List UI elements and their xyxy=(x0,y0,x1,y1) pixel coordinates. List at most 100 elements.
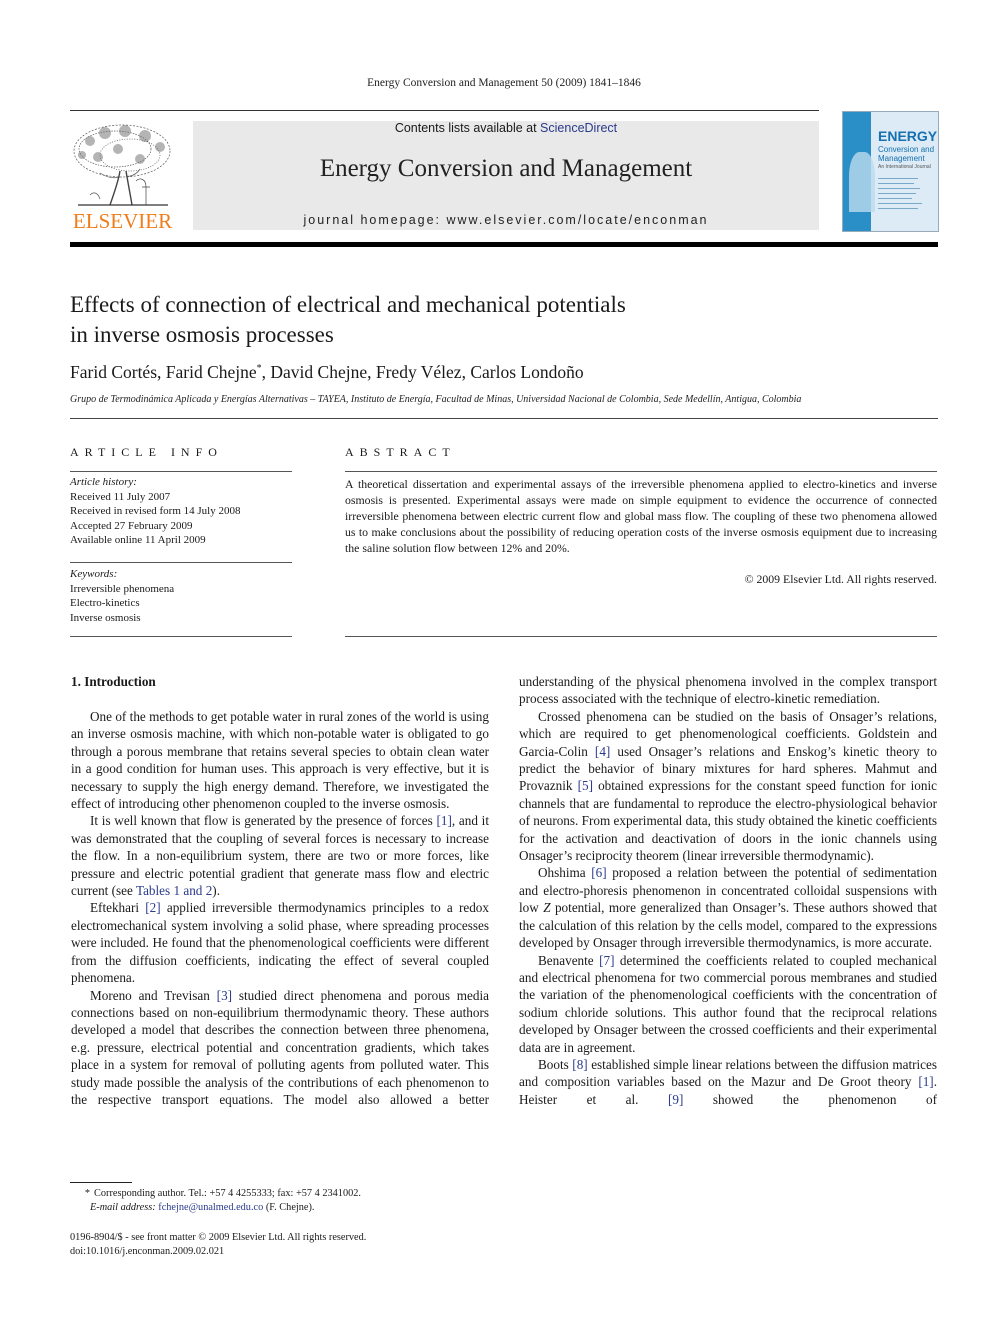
paragraph: Moreno and Trevisan [3] studied direct p… xyxy=(71,987,489,1109)
tables-link[interactable]: Tables 1 and 2 xyxy=(136,883,212,898)
text: ). xyxy=(212,883,220,899)
cover-text-line xyxy=(878,198,912,199)
article-title-line-1: Effects of connection of electrical and … xyxy=(70,292,626,317)
top-divider xyxy=(70,110,819,111)
body-column-right: understanding of the physical phenomena … xyxy=(519,673,937,1108)
divider xyxy=(345,636,937,637)
running-head: Energy Conversion and Management 50 (200… xyxy=(367,77,641,89)
affiliation: Grupo de Termodinámica Aplicada y Energí… xyxy=(70,394,802,405)
contents-prefix: Contents lists available at xyxy=(394,121,541,135)
history-item: Received in revised form 14 July 2008 xyxy=(70,505,241,517)
divider xyxy=(70,562,292,563)
cover-text-line xyxy=(878,188,920,189)
journal-homepage[interactable]: journal homepage: www.elsevier.com/locat… xyxy=(193,213,819,227)
author-separator: , xyxy=(157,362,166,382)
paragraph-continued: understanding of the physical phenomena … xyxy=(519,674,937,707)
citation-link[interactable]: [1] xyxy=(436,813,451,828)
contents-line: Contents lists available at ScienceDirec… xyxy=(193,121,819,135)
paragraph: Crossed phenomena can be studied on the … xyxy=(519,708,937,865)
front-matter: 0196-8904/$ - see front matter © 2009 El… xyxy=(70,1231,500,1259)
keyword-item: Inverse osmosis xyxy=(70,611,141,624)
article-history-label: Article history: xyxy=(70,476,137,488)
email-suffix: (F. Chejne). xyxy=(263,1202,315,1213)
citation-link[interactable]: [4] xyxy=(595,744,610,759)
paragraph: Ohshima [6] proposed a relation between … xyxy=(519,864,937,951)
elsevier-wordmark: ELSEVIER xyxy=(72,209,173,233)
abstract-heading: ABSTRACT xyxy=(345,445,456,459)
footnote-divider xyxy=(70,1182,132,1183)
citation-link[interactable]: [3] xyxy=(217,988,232,1003)
cover-text-line xyxy=(878,183,914,184)
citation-link[interactable]: [1] xyxy=(918,1074,933,1089)
section-heading-introduction: 1. Introduction xyxy=(71,674,156,689)
article-title: Effects of connection of electrical and … xyxy=(70,290,770,350)
paragraph: Benavente [7] determined the coefficient… xyxy=(519,952,937,1056)
journal-title: Energy Conversion and Management xyxy=(319,155,693,182)
text: studied direct phenomena and porous medi… xyxy=(71,987,489,1107)
keywords: Keywords: Irreversible phenomena Electro… xyxy=(70,567,300,625)
cover-subtitle: Conversion and Management xyxy=(878,145,934,163)
divider xyxy=(345,471,937,472)
doi[interactable]: doi:10.1016/j.enconman.2009.02.021 xyxy=(70,1245,500,1259)
text: Eftekhari xyxy=(90,900,146,916)
keywords-label: Keywords: xyxy=(70,568,118,580)
header-thick-divider xyxy=(70,242,938,247)
author-name: Farid Cortés xyxy=(70,362,158,382)
sciencedirect-link[interactable]: ScienceDirect xyxy=(540,121,617,135)
keyword-item: Electro-kinetics xyxy=(70,597,140,609)
citation-link[interactable]: [8] xyxy=(572,1057,587,1072)
citation-link[interactable]: [6] xyxy=(591,865,606,880)
cooling-tower-icon xyxy=(849,152,875,212)
cover-title: ENERGY xyxy=(878,128,938,144)
cover-text-line xyxy=(878,193,916,194)
author-separator: , xyxy=(367,362,376,382)
article-info-heading: ARTICLE INFO xyxy=(70,445,223,459)
cover-subtitle-2: Management xyxy=(878,154,925,163)
abstract-text: A theoretical dissertation and experimen… xyxy=(345,477,937,555)
journal-masthead: Contents lists available at ScienceDirec… xyxy=(193,121,819,230)
author-name: David Chejne xyxy=(270,362,368,382)
cover-text-line xyxy=(878,178,918,179)
text: showed the phenomenon of xyxy=(683,1091,937,1107)
divider xyxy=(70,471,292,472)
citation-link[interactable]: [7] xyxy=(599,953,614,968)
text: Moreno and Trevisan xyxy=(90,987,217,1003)
affiliation-divider xyxy=(70,418,938,419)
divider xyxy=(70,636,292,637)
body-column-left: One of the methods to get potable water … xyxy=(71,708,489,1108)
citation-link[interactable]: [2] xyxy=(145,900,160,915)
text: Ohshima xyxy=(538,865,592,881)
history-item: Available online 11 April 2009 xyxy=(70,534,206,546)
corresponding-author-footnote: * Corresponding author. Tel.: +57 4 42553… xyxy=(70,1187,500,1215)
text: It is well known that flow is generated … xyxy=(90,813,437,829)
footnote-contact: Corresponding author. Tel.: +57 4 425533… xyxy=(94,1188,361,1199)
author-list: Farid Cortés, Farid Chejne*, David Chejn… xyxy=(70,362,584,383)
article-history: Article history: Received 11 July 2007 R… xyxy=(70,475,300,548)
footnote-mark: * xyxy=(84,1188,90,1199)
email-label: E-mail address: xyxy=(90,1202,159,1213)
author-name: Fredy Vélez xyxy=(375,362,462,382)
text: Benavente xyxy=(538,952,600,968)
article-title-line-2: in inverse osmosis processes xyxy=(70,322,334,347)
text: potential, more generalized than Onsager… xyxy=(519,900,937,951)
citation-link[interactable]: [5] xyxy=(578,778,593,793)
email-link[interactable]: fchejne@unalmed.edu.co xyxy=(158,1202,263,1213)
cover-text-line xyxy=(878,203,922,204)
author-name: Carlos Londoño xyxy=(470,362,584,382)
cover-tagline: An International Journal xyxy=(878,164,931,170)
keyword-item: Irreversible phenomena xyxy=(70,582,175,595)
issn-line: 0196-8904/$ - see front matter © 2009 El… xyxy=(70,1232,367,1243)
history-item: Received 11 July 2007 xyxy=(70,490,171,503)
cover-subtitle-1: Conversion and xyxy=(878,145,935,154)
cover-text-line xyxy=(878,208,918,209)
paragraph: Boots [8] established simple linear rela… xyxy=(519,1056,937,1108)
citation-link[interactable]: [9] xyxy=(668,1092,683,1107)
author-name: Farid Chejne xyxy=(165,362,257,382)
history-item: Accepted 27 February 2009 xyxy=(70,519,193,532)
abstract-copyright: © 2009 Elsevier Ltd. All rights reserved… xyxy=(744,572,937,586)
z-symbol: Z xyxy=(543,900,551,916)
paragraph: Eftekhari [2] applied irreversible therm… xyxy=(71,899,489,986)
journal-cover-image: ENERGY Conversion and Management An Inte… xyxy=(842,111,939,232)
text: Boots xyxy=(538,1056,573,1072)
paragraph: It is well known that flow is generated … xyxy=(71,812,489,899)
